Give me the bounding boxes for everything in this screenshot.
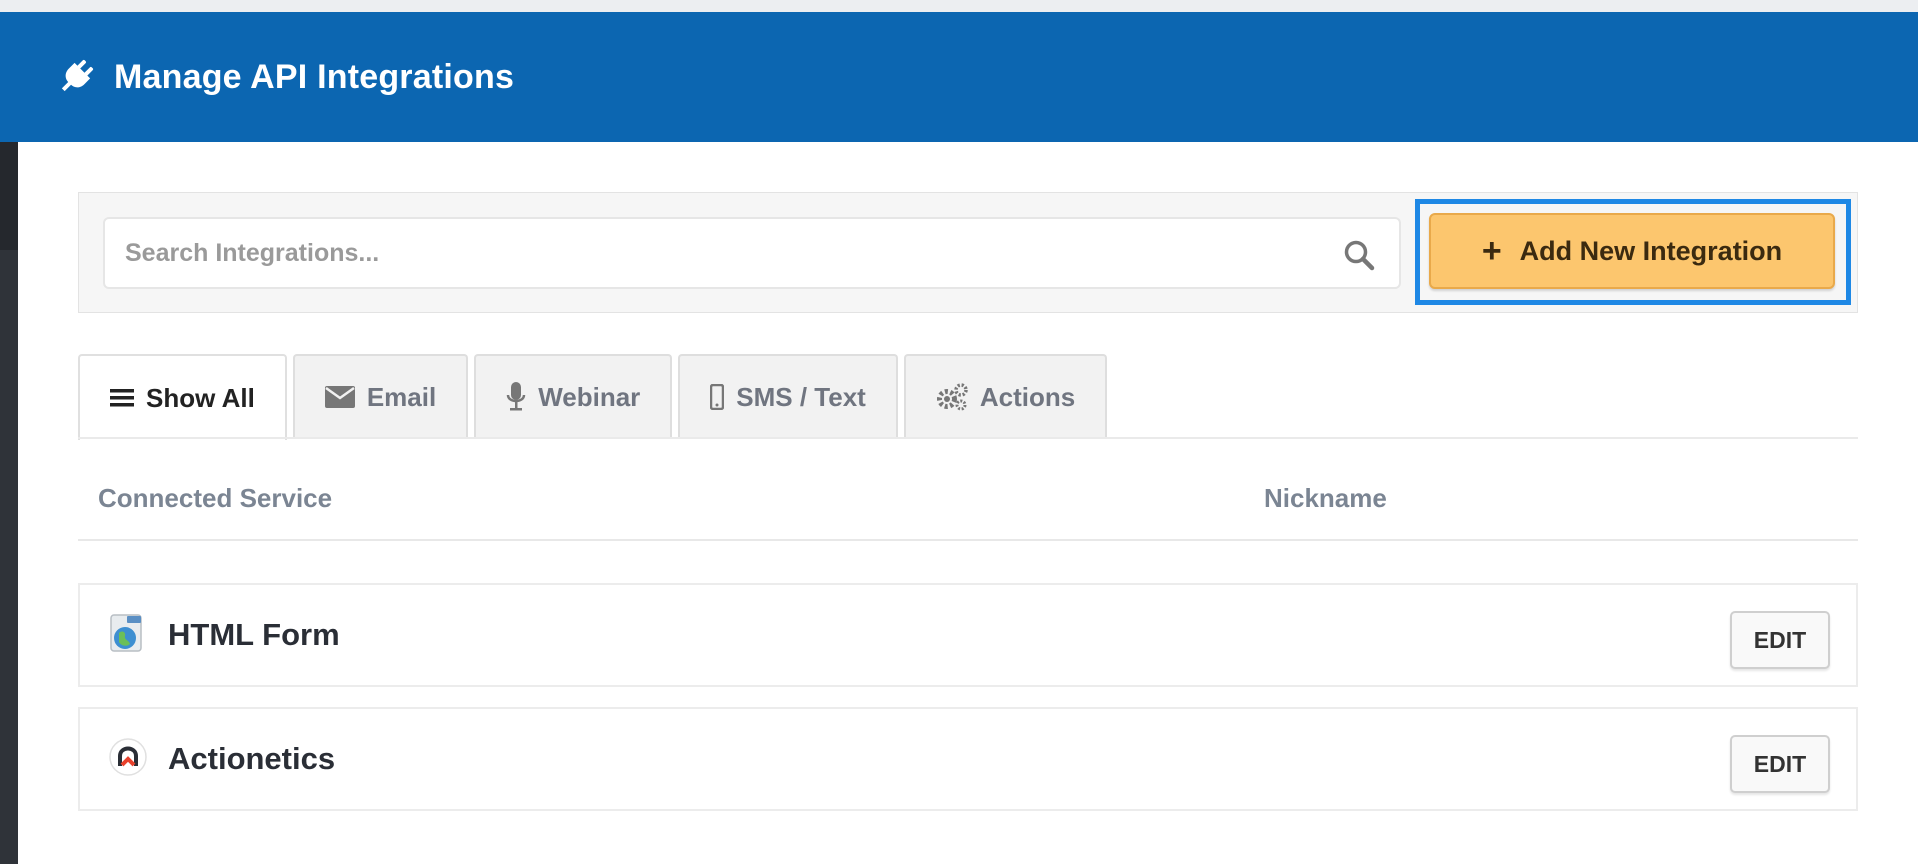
actionetics-icon	[108, 737, 148, 777]
sidebar-edge-active	[0, 142, 18, 250]
filter-tabs: Show All Email Webinar SMS / Text Action…	[78, 354, 1113, 440]
edit-button[interactable]: EDIT	[1730, 611, 1830, 669]
add-new-integration-button[interactable]: + Add New Integration	[1429, 213, 1835, 289]
search-toolbar: + Add New Integration	[78, 192, 1858, 313]
tab-label: Show All	[146, 382, 255, 413]
tab-label: Webinar	[538, 381, 641, 412]
browser-top-strip	[0, 0, 1918, 12]
service-name: HTML Form	[168, 617, 340, 652]
envelope-icon	[324, 386, 355, 408]
main-content: + Add New Integration Show All Email Web…	[18, 142, 1918, 864]
mobile-phone-icon	[710, 384, 725, 410]
search-input[interactable]	[105, 219, 1399, 287]
table-header: Connected Service Nickname	[78, 447, 1858, 541]
plus-icon: +	[1481, 232, 1502, 270]
table-row: HTML Form EDIT	[78, 583, 1858, 687]
edit-button[interactable]: EDIT	[1730, 735, 1830, 793]
add-button-highlight: + Add New Integration	[1415, 199, 1851, 305]
page-title: Manage API Integrations	[114, 57, 515, 96]
tab-sms-text[interactable]: SMS / Text	[678, 354, 898, 438]
search-icon[interactable]	[1343, 239, 1375, 271]
tab-email[interactable]: Email	[292, 354, 469, 438]
tab-webinar[interactable]: Webinar	[474, 354, 673, 438]
tab-label: SMS / Text	[736, 381, 866, 412]
tab-actions[interactable]: Actions	[903, 354, 1108, 438]
list-icon	[110, 387, 134, 409]
page-header: Manage API Integrations	[0, 12, 1918, 142]
column-connected-service: Connected Service	[98, 483, 333, 513]
microphone-icon	[506, 382, 526, 412]
gears-icon	[936, 383, 968, 411]
add-new-integration-label: Add New Integration	[1519, 235, 1783, 266]
tab-show-all[interactable]: Show All	[78, 354, 287, 440]
html-form-icon	[108, 613, 148, 653]
service-name: Actionetics	[168, 741, 336, 776]
tab-label: Actions	[979, 381, 1076, 412]
column-nickname: Nickname	[1264, 483, 1387, 513]
table-row: Actionetics EDIT	[78, 707, 1858, 811]
tab-label: Email	[366, 381, 437, 412]
plug-icon	[56, 57, 96, 97]
search-box	[103, 217, 1401, 289]
tabs-divider	[78, 437, 1858, 439]
sidebar-edge	[0, 142, 18, 864]
